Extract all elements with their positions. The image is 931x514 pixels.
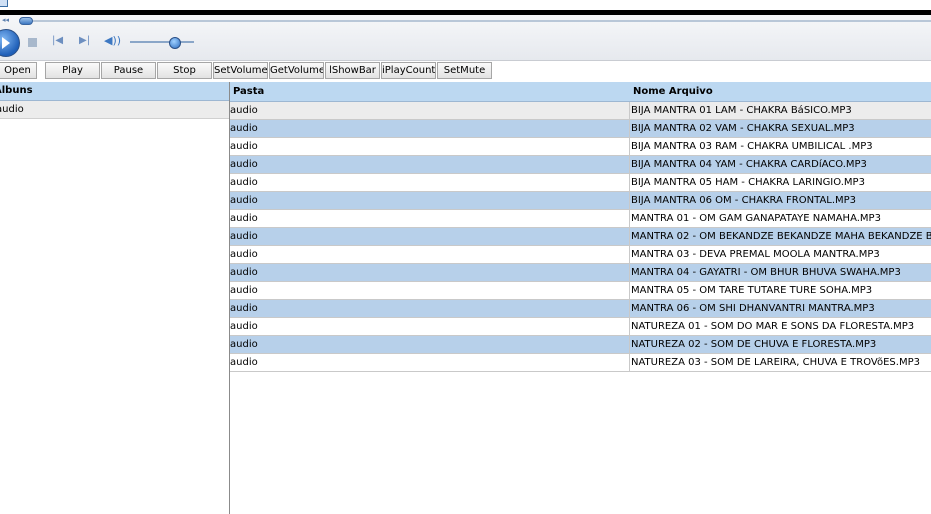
cell-folder: audio — [230, 123, 258, 134]
cell-file-name: BIJA MANTRA 03 RAM - CHAKRA UMBILICAL .M… — [629, 138, 931, 155]
cell-file-name: BIJA MANTRA 01 LAM - CHAKRA BáSICO.MP3 — [629, 102, 931, 119]
cell-folder: audio — [230, 231, 258, 242]
table-row[interactable]: audio BIJA MANTRA 02 VAM - CHAKRA SEXUAL.… — [230, 120, 931, 138]
stop-icon[interactable] — [28, 38, 37, 47]
cell-file-name: MANTRA 05 - OM TARE TUTARE TURE SOHA.MP3 — [629, 282, 931, 299]
play-count-button[interactable]: iPlayCount — [381, 62, 436, 79]
set-mute-button[interactable]: SetMute — [437, 62, 492, 79]
cell-file-name: MANTRA 04 - GAYATRI - OM BHUR BHUVA SWAH… — [629, 264, 931, 281]
cell-folder: audio — [230, 195, 258, 206]
table-row[interactable]: audio BIJA MANTRA 01 LAM - CHAKRA BáSICO.… — [230, 102, 931, 120]
cell-file-name: MANTRA 03 - DEVA PREMAL MOOLA MANTRA.MP3 — [629, 246, 931, 263]
cell-file-name: BIJA MANTRA 02 VAM - CHAKRA SEXUAL.MP3 — [629, 120, 931, 137]
next-icon[interactable]: ▶| — [79, 35, 90, 46]
title-bar — [0, 0, 931, 10]
set-volume-button[interactable]: SetVolume — [213, 62, 268, 79]
cell-folder: audio — [230, 357, 258, 368]
cell-file-name: BIJA MANTRA 04 YAM - CHAKRA CARDíACO.MP3 — [629, 156, 931, 173]
cell-file-name: MANTRA 06 - OM SHI DHANVANTRI MANTRA.MP3 — [629, 300, 931, 317]
cell-folder: audio — [230, 249, 258, 260]
table-row[interactable]: audio MANTRA 05 - OM TARE TUTARE TURE SOH… — [230, 282, 931, 300]
table-row[interactable]: audio NATUREZA 03 - SOM DE LAREIRA, CHUVA… — [230, 354, 931, 372]
files-table: Pasta Nome Arquivo audio BIJA MANTRA 01 L… — [230, 82, 931, 372]
table-row[interactable]: audio MANTRA 02 - OM BEKANDZE BEKANDZE MA… — [230, 228, 931, 246]
app-icon — [0, 0, 8, 7]
table-row[interactable]: audio BIJA MANTRA 04 YAM - CHAKRA CARDíAC… — [230, 156, 931, 174]
cell-folder: audio — [230, 159, 258, 170]
cell-file-name: MANTRA 01 - OM GAM GANAPATAYE NAMAHA.MP3 — [629, 210, 931, 227]
cell-folder: audio — [230, 213, 258, 224]
table-row[interactable]: audio MANTRA 01 - OM GAM GANAPATAYE NAMAH… — [230, 210, 931, 228]
table-row[interactable]: audio NATUREZA 01 - SOM DO MAR E SONS DA … — [230, 318, 931, 336]
table-row[interactable]: audio BIJA MANTRA 06 OM - CHAKRA FRONTAL.… — [230, 192, 931, 210]
cell-folder: audio — [230, 285, 258, 296]
cell-file-name: MANTRA 02 - OM BEKANDZE BEKANDZE MAHA BE… — [629, 228, 931, 245]
cell-folder: audio — [230, 177, 258, 188]
table-header: Pasta Nome Arquivo — [230, 82, 931, 102]
album-item[interactable]: audio — [0, 101, 229, 119]
table-row[interactable]: audio BIJA MANTRA 05 HAM - CHAKRA LARINGI… — [230, 174, 931, 192]
table-row[interactable]: audio BIJA MANTRA 03 RAM - CHAKRA UMBILIC… — [230, 138, 931, 156]
open-button[interactable]: Open — [0, 62, 37, 79]
volume-icon[interactable]: ◀)) — [104, 34, 121, 47]
show-bar-button[interactable]: lShowBar — [325, 62, 380, 79]
table-row[interactable]: audio MANTRA 03 - DEVA PREMAL MOOLA MANTR… — [230, 246, 931, 264]
volume-thumb[interactable] — [169, 37, 181, 49]
cell-folder: audio — [230, 105, 258, 116]
cell-folder: audio — [230, 339, 258, 350]
play-button[interactable]: Play — [45, 62, 100, 79]
cell-folder: audio — [230, 321, 258, 332]
previous-icon[interactable]: |◀ — [52, 35, 63, 46]
seek-thumb[interactable] — [19, 17, 33, 25]
table-row[interactable]: audio NATUREZA 02 - SOM DE CHUVA E FLORES… — [230, 336, 931, 354]
toolbar: Open Play Pause Stop SetVolume GetVolume… — [0, 62, 931, 80]
column-header-file-name[interactable]: Nome Arquivo — [633, 82, 713, 101]
cell-file-name: NATUREZA 01 - SOM DO MAR E SONS DA FLORE… — [629, 318, 931, 335]
cell-file-name: NATUREZA 03 - SOM DE LAREIRA, CHUVA E TR… — [629, 354, 931, 371]
cell-folder: audio — [230, 267, 258, 278]
column-header-folder[interactable]: Pasta — [233, 82, 264, 101]
albums-header[interactable]: Albuns — [0, 82, 229, 101]
seek-bar[interactable] — [20, 20, 931, 22]
rewind-icon[interactable]: ◂◂ — [2, 16, 9, 24]
cell-file-name: BIJA MANTRA 05 HAM - CHAKRA LARINGIO.MP3 — [629, 174, 931, 191]
volume-slider[interactable] — [130, 41, 194, 43]
get-volume-button[interactable]: GetVolume — [269, 62, 324, 79]
cell-file-name: BIJA MANTRA 06 OM - CHAKRA FRONTAL.MP3 — [629, 192, 931, 209]
media-player-controls: ◂◂ |◀ ▶| ◀)) — [0, 15, 931, 61]
stop-button[interactable]: Stop — [157, 62, 212, 79]
table-row[interactable]: audio MANTRA 04 - GAYATRI - OM BHUR BHUVA… — [230, 264, 931, 282]
cell-folder: audio — [230, 141, 258, 152]
table-row[interactable]: audio MANTRA 06 - OM SHI DHANVANTRI MANTR… — [230, 300, 931, 318]
pause-button[interactable]: Pause — [101, 62, 156, 79]
cell-folder: audio — [230, 303, 258, 314]
play-pause-button[interactable] — [0, 29, 20, 57]
albums-panel: Albuns audio — [0, 82, 230, 514]
cell-file-name: NATUREZA 02 - SOM DE CHUVA E FLORESTA.MP… — [629, 336, 931, 353]
